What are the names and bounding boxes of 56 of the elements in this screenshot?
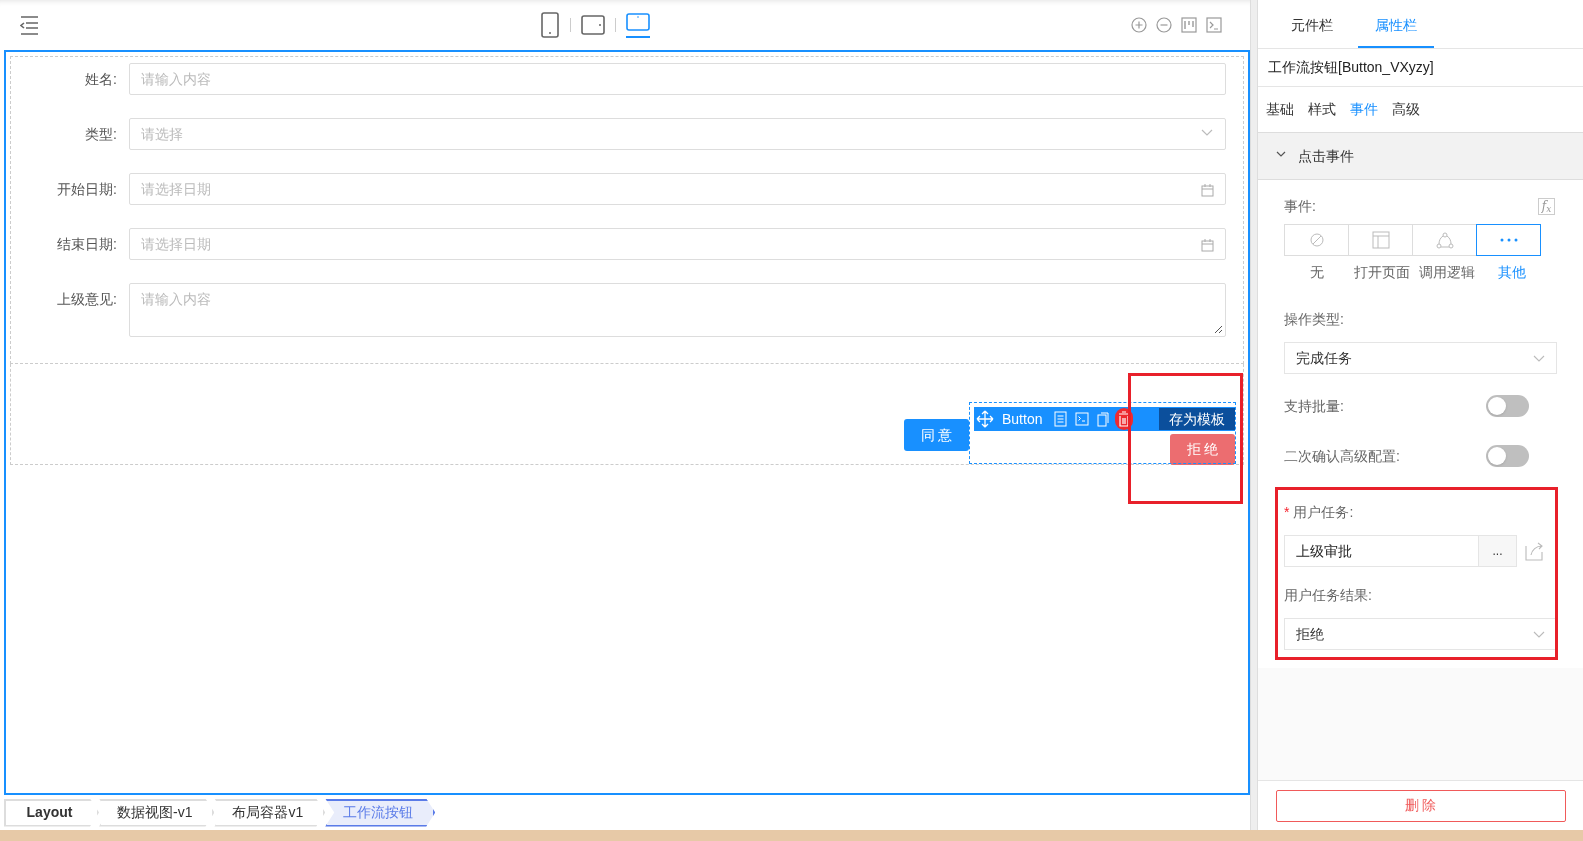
field-label: 用户任务:	[1293, 503, 1354, 522]
property-tab[interactable]: 基础	[1266, 99, 1294, 120]
chevron-down-icon	[1533, 630, 1545, 638]
picker-button[interactable]: ...	[1478, 536, 1516, 566]
panel-tab[interactable]: 元件栏	[1274, 0, 1350, 48]
zoom-in-icon[interactable]	[1131, 17, 1147, 33]
chevron-down-icon	[1533, 354, 1545, 362]
field-label: 支持批量:	[1284, 396, 1344, 416]
field-label: 姓名:	[84, 70, 118, 89]
event-option[interactable]	[1476, 224, 1541, 256]
document-icon[interactable]	[1054, 411, 1068, 427]
field-label: 事件:	[1284, 196, 1316, 216]
section-header[interactable]: 点击事件	[1258, 133, 1583, 180]
event-option-label: 打开页面	[1352, 263, 1411, 282]
menu-icon[interactable]	[20, 15, 39, 35]
external-link-icon[interactable]	[1525, 541, 1543, 561]
component-name: Button	[1002, 409, 1043, 429]
required-icon: *	[1284, 502, 1290, 523]
field-label: 开始日期:	[56, 180, 118, 199]
chevron-down-icon	[1201, 129, 1214, 137]
toggle-switch[interactable]	[1486, 445, 1529, 467]
property-tab[interactable]: 样式	[1308, 99, 1336, 120]
zoom-out-icon[interactable]	[1156, 17, 1172, 33]
more-icon	[1499, 238, 1518, 242]
component-title: 工作流按钮[Button_VXyzy]	[1268, 58, 1434, 77]
field-label: 操作类型:	[1284, 310, 1345, 329]
field-label: 结束日期:	[56, 235, 118, 254]
terminal-icon[interactable]	[1206, 17, 1222, 33]
event-option-label: 无	[1308, 263, 1325, 282]
layout-icon	[1371, 231, 1390, 249]
event-option-label: 调用逻辑	[1417, 263, 1476, 282]
breadcrumb-item[interactable]: 布局容器v1	[214, 798, 326, 827]
tablet-icon[interactable]	[581, 14, 605, 36]
toggle-switch[interactable]	[1486, 395, 1529, 417]
copy-icon[interactable]	[1097, 411, 1110, 427]
phone-icon[interactable]	[540, 12, 560, 38]
calendar-icon	[1201, 184, 1214, 197]
columns-icon[interactable]	[1181, 17, 1197, 33]
breadcrumb-item[interactable]: 数据视图-v1	[99, 798, 215, 827]
field-label: 类型:	[84, 125, 118, 144]
breadcrumb-item[interactable]: Layout	[4, 798, 99, 827]
save-template-button[interactable]: 存为模板	[1159, 408, 1235, 430]
move-icon[interactable]	[976, 410, 994, 428]
resize-handle-icon	[1214, 325, 1223, 334]
prohibited-icon	[1309, 233, 1324, 247]
property-tab[interactable]: 高级	[1392, 99, 1420, 120]
input-field[interactable]: 上级审批 ...	[1284, 535, 1517, 567]
calendar-icon	[1201, 239, 1214, 252]
select-field[interactable]: 完成任务	[1284, 342, 1557, 374]
laptop-icon[interactable]	[626, 12, 650, 38]
nodes-icon	[1435, 231, 1454, 249]
field-label: 上级意见:	[56, 290, 118, 309]
field-label: 二次确认高级配置:	[1284, 446, 1400, 466]
select-field[interactable]: 拒绝	[1284, 618, 1557, 650]
field-label: 用户任务结果:	[1284, 586, 1373, 605]
event-option-label: 其他	[1496, 263, 1527, 282]
